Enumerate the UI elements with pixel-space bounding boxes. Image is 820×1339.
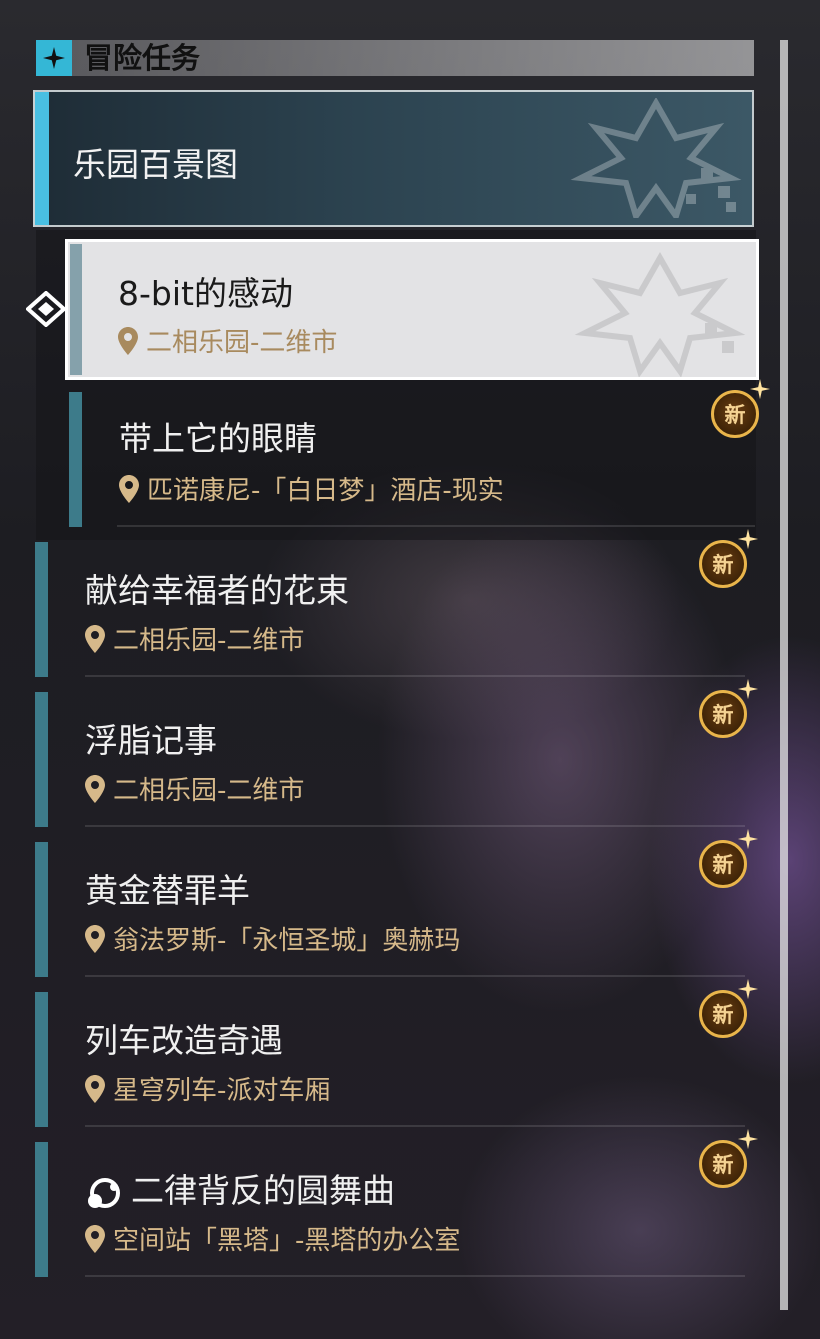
quest-location: 星穹列车-派对车厢 <box>85 1070 330 1107</box>
new-badge: 新 <box>709 378 771 442</box>
quest-location: 二相乐园-二维市 <box>85 620 304 657</box>
quest-item[interactable]: 献给幸福者的花束 二相乐园-二维市 <box>35 542 745 677</box>
divider <box>85 825 745 827</box>
sparkle-icon <box>749 378 771 400</box>
quest-location: 空间站「黑塔」-黑塔的办公室 <box>85 1220 460 1257</box>
emblem-icon <box>570 98 742 218</box>
quest-location-text: 二相乐园-二维市 <box>146 328 338 358</box>
location-pin-icon <box>118 326 138 355</box>
quest-accent <box>35 842 48 977</box>
quest-location: 二相乐园-二维市 <box>85 770 304 807</box>
location-pin-icon <box>85 1224 105 1253</box>
quest-location: 匹诺康尼-「白日梦」酒店-现实 <box>119 470 504 507</box>
quest-item[interactable]: 黄金替罪羊 翁法罗斯-「永恒圣城」奥赫玛 <box>35 842 745 977</box>
divider <box>117 525 755 527</box>
quest-title-row: 二律背反的圆舞曲 <box>85 1164 395 1212</box>
location-pin-icon <box>85 624 105 653</box>
quest-title: 黄金替罪羊 <box>85 871 250 910</box>
quest-title: 献给幸福者的花束 <box>85 571 349 610</box>
quest-item[interactable]: 浮脂记事 二相乐园-二维市 <box>35 692 745 827</box>
quest-accent <box>35 992 48 1127</box>
new-badge: 新 <box>697 978 759 1042</box>
quest-item[interactable]: 二律背反的圆舞曲 空间站「黑塔」-黑塔的办公室 <box>35 1142 745 1277</box>
sparkle-icon <box>737 1128 759 1150</box>
emblem-icon <box>574 251 746 377</box>
selection-pointer-icon <box>24 290 68 331</box>
sparkle-icon <box>737 678 759 700</box>
new-badge: 新 <box>697 528 759 592</box>
quest-location-text: 星穹列车-派对车厢 <box>113 1076 331 1106</box>
sparkle-icon <box>737 828 759 850</box>
quest-location-text: 二相乐园-二维市 <box>113 626 305 656</box>
location-pin-icon <box>85 774 105 803</box>
quest-title: 二律背反的圆舞曲 <box>131 1171 395 1210</box>
category-title: 乐园百景图 <box>73 145 238 184</box>
divider <box>85 975 745 977</box>
quest-location: 翁法罗斯-「永恒圣城」奥赫玛 <box>85 920 460 957</box>
quest-item[interactable]: 带上它的眼睛 匹诺康尼-「白日梦」酒店-现实 <box>69 392 755 527</box>
quest-location: 二相乐园-二维市 <box>118 322 337 359</box>
category-item[interactable]: 乐园百景图 <box>33 90 754 227</box>
divider <box>85 675 745 677</box>
quest-accent <box>35 692 48 827</box>
location-pin-icon <box>119 474 139 503</box>
quest-item-selected[interactable]: 8-bit的感动 二相乐园-二维市 <box>65 239 759 380</box>
quest-item[interactable]: 列车改造奇遇 星穹列车-派对车厢 <box>35 992 745 1127</box>
quest-location-text: 二相乐园-二维市 <box>113 776 305 806</box>
new-badge: 新 <box>697 1128 759 1192</box>
quest-location-text: 翁法罗斯-「永恒圣城」奥赫玛 <box>113 926 461 956</box>
divider <box>85 1125 745 1127</box>
location-pin-icon <box>85 924 105 953</box>
scrollbar[interactable] <box>780 40 788 1310</box>
quest-accent <box>35 542 48 677</box>
quest-accent <box>70 244 82 375</box>
section-header: 冒险任务 <box>36 40 754 76</box>
quest-title: 列车改造奇遇 <box>85 1021 283 1060</box>
quest-location-text: 空间站「黑塔」-黑塔的办公室 <box>113 1226 461 1256</box>
divider <box>85 1275 745 1277</box>
quest-accent <box>35 1142 48 1277</box>
category-accent <box>35 92 49 225</box>
location-pin-icon <box>85 1074 105 1103</box>
new-badge: 新 <box>697 678 759 742</box>
quest-location-text: 匹诺康尼-「白日梦」酒店-现实 <box>147 476 504 506</box>
sparkle-icon <box>737 978 759 1000</box>
quest-title: 浮脂记事 <box>85 721 217 760</box>
quest-accent <box>69 392 82 527</box>
new-badge: 新 <box>697 828 759 892</box>
path-orbit-icon <box>88 1177 120 1208</box>
quest-title: 8-bit的感动 <box>118 274 293 313</box>
sparkle-icon <box>737 528 759 550</box>
sparkle-icon <box>36 40 72 76</box>
quest-title: 带上它的眼睛 <box>119 419 317 458</box>
section-title: 冒险任务 <box>84 41 201 75</box>
